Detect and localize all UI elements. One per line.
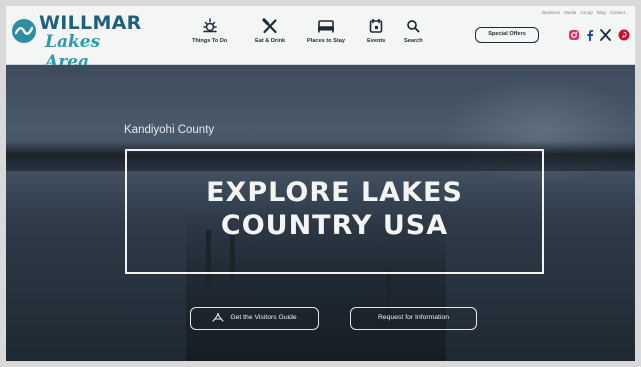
nav-label: Events <box>367 38 386 44</box>
nav-events[interactable]: Events <box>367 18 385 44</box>
headline-frame: EXPLORE LAKES COUNTRY USA <box>125 149 544 274</box>
logo-wordmark: WILLMAR <box>39 12 142 34</box>
utility-links[interactable]: Business Media Group Blog Contact <box>542 10 625 15</box>
pinterest-icon[interactable] <box>618 29 630 41</box>
wave-logo-icon <box>12 19 36 43</box>
pdf-icon <box>212 313 224 322</box>
calendar-icon <box>369 18 383 33</box>
browser-viewport: WILLMAR Lakes Area Things To Do Eat & Dr… <box>6 6 635 361</box>
nav-label: Search <box>404 38 423 44</box>
hero-banner: Kandiyohi County EXPLORE LAKES COUNTRY U… <box>6 65 635 361</box>
hero-kicker: Kandiyohi County <box>124 124 215 136</box>
headline-line-1: EXPLORE LAKES <box>206 177 463 208</box>
x-icon[interactable] <box>600 29 611 41</box>
hero-headline: EXPLORE LAKES COUNTRY USA <box>127 176 542 242</box>
fork-knife-icon <box>262 18 277 34</box>
request-info-label: Request for Information <box>377 314 450 321</box>
nav-places-to-stay[interactable]: Places to Stay <box>307 18 345 44</box>
request-info-button[interactable]: Request for Information <box>350 307 477 330</box>
nav-eat-drink[interactable]: Eat & Drink <box>255 18 285 44</box>
facebook-icon[interactable] <box>585 29 595 41</box>
nav-search[interactable]: Search <box>404 18 423 44</box>
nav-label: Eat & Drink <box>255 38 286 44</box>
special-offers-button[interactable]: Special Offers <box>475 27 539 43</box>
site-logo[interactable]: WILLMAR Lakes Area <box>12 12 142 72</box>
site-header: WILLMAR Lakes Area Things To Do Eat & Dr… <box>6 6 635 72</box>
visitors-guide-button[interactable]: Get the Visitors Guide <box>190 307 319 330</box>
nav-label: Things To Do <box>192 38 228 44</box>
bed-icon <box>317 20 334 33</box>
nav-label: Places to Stay <box>307 38 345 44</box>
nav-things-to-do[interactable]: Things To Do <box>192 18 227 44</box>
instagram-icon[interactable] <box>568 29 580 41</box>
headline-line-2: COUNTRY USA <box>220 210 449 241</box>
search-icon <box>407 20 420 33</box>
visitors-guide-label: Get the Visitors Guide <box>230 314 297 321</box>
sun-icon <box>202 18 217 33</box>
